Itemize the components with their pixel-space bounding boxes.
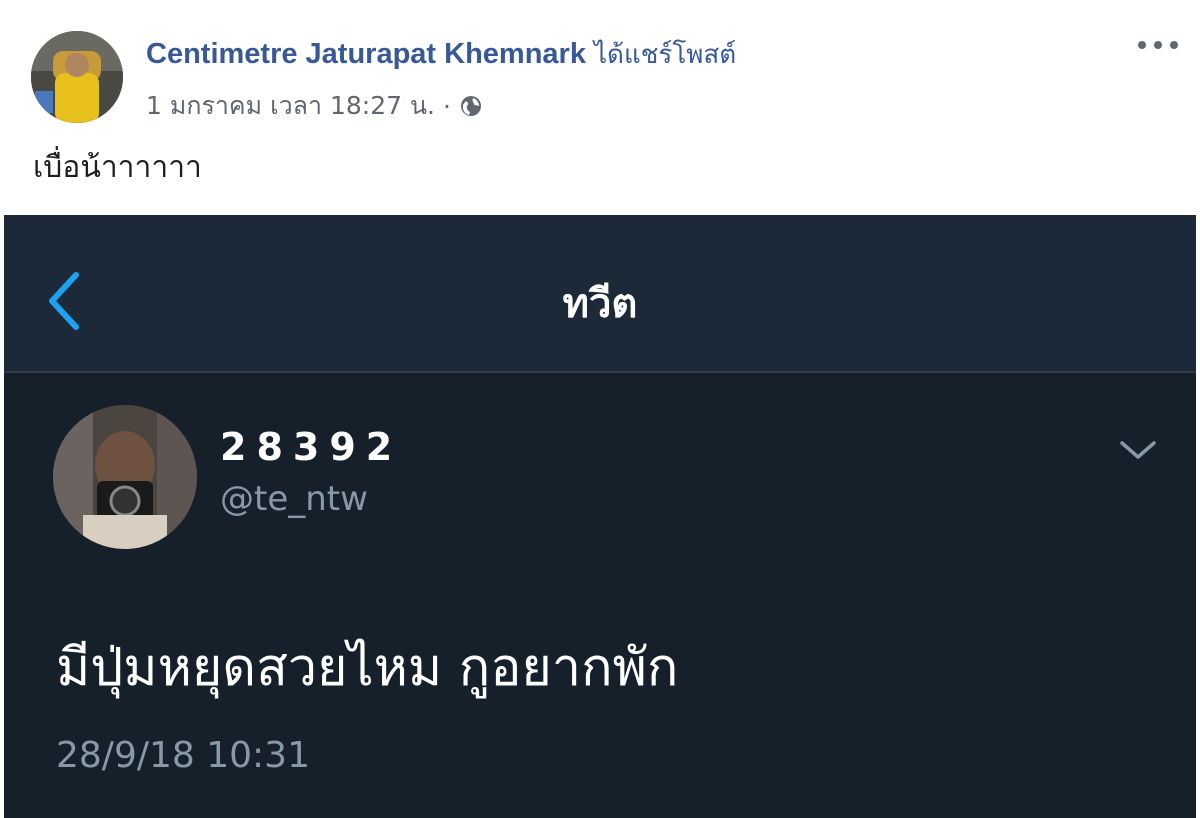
tweet-nav-bar: ทวีต — [4, 215, 1196, 373]
post-meta: 1 มกราคม เวลา 18:27 น. · — [146, 86, 483, 126]
post-author-line: Centimetre Jaturapat Khemnark ได้แชร์โพสต… — [146, 36, 736, 73]
author-avatar[interactable] — [31, 31, 123, 123]
tweet-screenshot: ทวีต 28392 @te_ntw มีปุ่มหยุดสวยไหม กูอย… — [4, 215, 1196, 818]
tweet-body-text: มีปุ่มหยุดสวยไหม กูอยากพัก — [56, 638, 679, 698]
author-name-link[interactable]: Centimetre Jaturapat Khemnark — [146, 38, 586, 70]
dot — [1170, 41, 1178, 49]
tweet-display-name[interactable]: 28392 — [220, 425, 402, 469]
nav-title: ทวีต — [562, 281, 638, 327]
chevron-down-icon[interactable] — [1116, 435, 1160, 465]
more-options-icon[interactable] — [1138, 30, 1178, 60]
shared-post-label: ได้แชร์โพสต์ — [593, 40, 737, 70]
tweet-author-avatar[interactable] — [53, 405, 197, 549]
tweet-handle[interactable]: @te_ntw — [220, 479, 368, 519]
facebook-post-header: Centimetre Jaturapat Khemnark ได้แชร์โพสต… — [0, 0, 1200, 215]
post-timestamp-link[interactable]: 1 มกราคม เวลา 18:27 น. — [146, 86, 435, 126]
tweet-timestamp: 28/9/18 10:31 — [56, 735, 310, 776]
globe-icon[interactable] — [459, 94, 483, 118]
dot — [1138, 41, 1146, 49]
meta-separator: · — [443, 91, 451, 121]
dot — [1154, 41, 1162, 49]
post-text: เบื่อน้าาาาาา — [33, 150, 202, 185]
